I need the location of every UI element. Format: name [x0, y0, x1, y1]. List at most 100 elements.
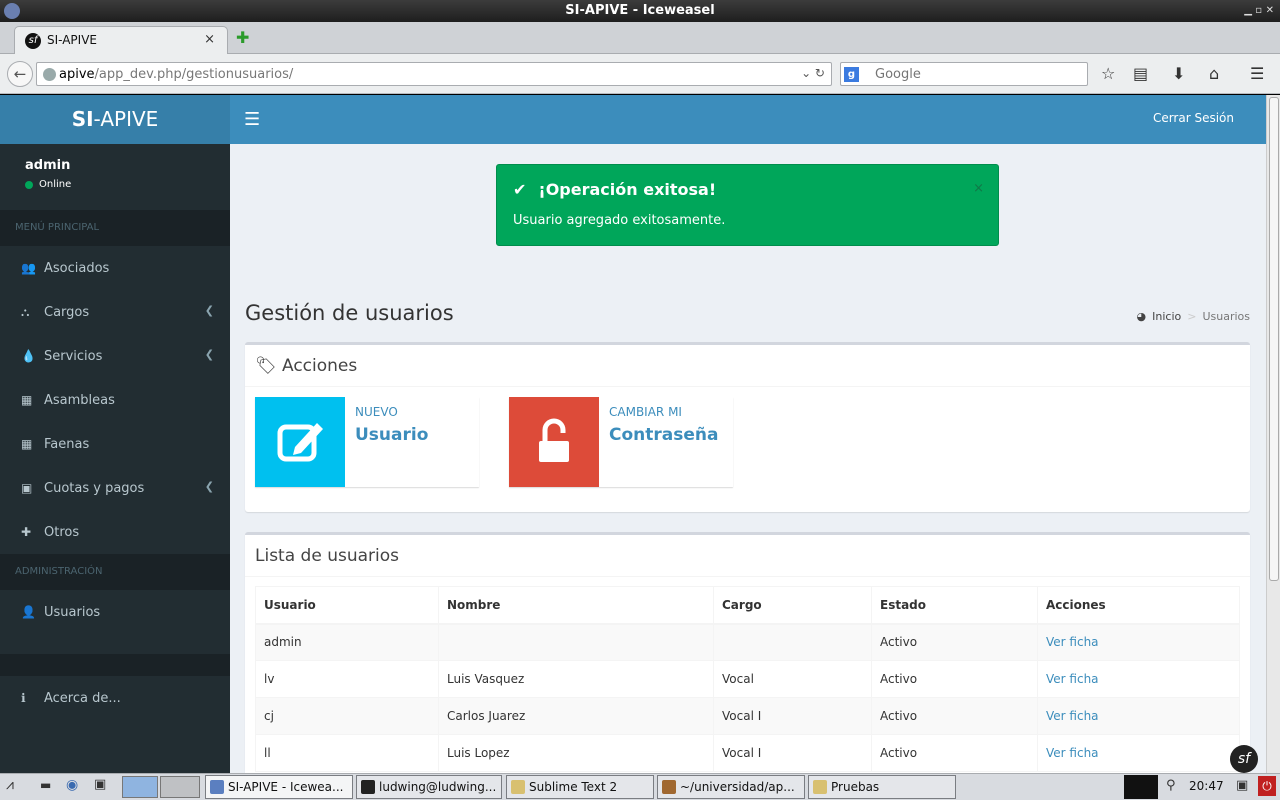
alert-close-button[interactable]: × [973, 181, 984, 196]
reload-icon[interactable]: ⌄ ↻ [801, 66, 825, 80]
sidebar-item-about[interactable]: ℹ Acerca de... [0, 676, 230, 720]
bookmark-star-icon[interactable]: ☆ [1101, 64, 1115, 83]
taskbar-item-terminal[interactable]: ludwing@ludwing... [356, 775, 502, 799]
ver-ficha-link[interactable]: Ver ficha [1046, 746, 1099, 760]
sidebar-item-cargos[interactable]: ⛬ Cargos ❮ [0, 290, 230, 334]
col-estado: Estado [871, 586, 1038, 625]
sidebar: admin Online MENÚ PRINCIPAL 👥 Asociados ⛬… [0, 144, 230, 773]
workspace-2[interactable] [160, 776, 200, 798]
ver-ficha-link[interactable]: Ver ficha [1046, 709, 1099, 723]
tab-title: SI-APIVE [47, 33, 97, 47]
online-status-icon [25, 180, 33, 189]
dashboard-icon: ◕ [1136, 310, 1147, 323]
new-user-caption: NUEVO [355, 405, 398, 419]
sidebar-item-cuotas[interactable]: ▣ Cuotas y pagos ❮ [0, 466, 230, 510]
alert-title: ¡Operación exitosa! [538, 180, 717, 199]
close-window-icon[interactable]: ✕ [1266, 0, 1274, 22]
logout-link[interactable]: Cerrar Sesión [1153, 111, 1234, 125]
download-icon[interactable]: ⬇ [1172, 64, 1185, 83]
google-icon: g [844, 67, 859, 82]
sidebar-divider [0, 654, 230, 676]
alert-message: Usuario agregado exitosamente. [513, 213, 726, 228]
symfony-toolbar-icon[interactable]: sf [1230, 745, 1258, 773]
actions-box: 🏷 Acciones NUEVO Usuario CAMBIAR MI Cont… [245, 342, 1250, 512]
sidebar-item-asambleas[interactable]: ▦ Asambleas [0, 378, 230, 422]
sidebar-item-asociados[interactable]: 👥 Asociados [0, 246, 230, 290]
window-title: SI-APIVE - Iceweasel [565, 3, 715, 18]
page-title: Gestión de usuarios [245, 301, 454, 325]
start-menu-icon[interactable]: ⩘ [6, 777, 14, 793]
edit-icon [255, 397, 345, 487]
symfony-favicon-icon: sf [25, 33, 41, 49]
tab-bar: sf SI-APIVE × ✚ [0, 22, 1280, 54]
taskbar-item-browser[interactable]: SI-APIVE - Icewea... [205, 775, 353, 799]
col-acciones: Acciones [1037, 586, 1240, 625]
windows-icon[interactable]: ▣ [94, 777, 106, 792]
change-password-button[interactable]: CAMBIAR MI Contraseña [509, 397, 733, 487]
browser-tab[interactable]: sf SI-APIVE × [14, 26, 228, 54]
change-password-label: Contraseña [609, 425, 719, 445]
sidebar-item-otros[interactable]: ✚ Otros [0, 510, 230, 554]
search-bar[interactable]: g [840, 62, 1088, 86]
taskbar-item-sublime[interactable]: Sublime Text 2 [506, 775, 654, 799]
calendar-icon: ▦ [21, 393, 33, 407]
url-bar[interactable]: apive/app_dev.php/gestionusuarios/ ⌄ ↻ [36, 62, 832, 86]
check-icon: ✔ [513, 180, 527, 199]
lock-screen-icon[interactable]: ▣ [1236, 778, 1248, 793]
new-tab-icon[interactable]: ✚ [236, 28, 249, 47]
chevron-left-icon: ❮ [204, 304, 214, 317]
cell-nombre: Carlos Juarez [438, 697, 714, 735]
taskbar-item-pruebas[interactable]: Pruebas [808, 775, 956, 799]
tab-close-icon[interactable]: × [204, 32, 215, 47]
table-row: admin Activo Ver ficha [255, 623, 1240, 661]
cell-cargo: Vocal [713, 660, 872, 698]
user-panel: admin Online [0, 144, 230, 210]
minimize-icon[interactable]: ▁ [1244, 0, 1252, 22]
scrollbar-thumb[interactable] [1269, 97, 1279, 581]
browser-launcher-icon[interactable]: ◉ [66, 777, 78, 793]
new-user-button[interactable]: NUEVO Usuario [255, 397, 479, 487]
user-name: admin [25, 158, 71, 173]
maximize-icon[interactable]: ▫ [1255, 0, 1262, 22]
app-logo[interactable]: SI-APIVE [0, 95, 230, 144]
bookmarks-icon[interactable]: ▤ [1133, 64, 1148, 83]
web-page: SI-APIVE ☰ Cerrar Sesión admin Online ME… [0, 95, 1266, 773]
cell-cargo: Vocal I [713, 734, 872, 772]
tint-icon: 💧 [21, 349, 36, 363]
window-title-bar: SI-APIVE - Iceweasel ▁ ▫ ✕ [0, 0, 1280, 22]
search-input[interactable] [875, 66, 1065, 82]
breadcrumb-home[interactable]: Inicio [1152, 310, 1181, 323]
clock: 20:47 [1189, 779, 1224, 793]
home-icon[interactable]: ⌂ [1209, 64, 1219, 83]
taskbar-item-folder[interactable]: ~/universidad/ap... [657, 775, 805, 799]
menu-icon[interactable]: ☰ [1250, 64, 1264, 83]
cell-estado: Activo [871, 697, 1038, 735]
cell-cargo [713, 623, 872, 661]
ver-ficha-link[interactable]: Ver ficha [1046, 672, 1099, 686]
power-icon[interactable]: ⏻ [1258, 776, 1276, 796]
back-button[interactable]: ← [7, 61, 33, 87]
network-icon[interactable]: ⚲ [1166, 778, 1176, 793]
sidebar-item-usuarios[interactable]: 👤 Usuarios [0, 590, 230, 634]
admin-menu-header: ADMINISTRACIÓN [0, 554, 230, 590]
sidebar-item-servicios[interactable]: 💧 Servicios ❮ [0, 334, 230, 378]
cell-usuario: ll [255, 734, 439, 772]
files-icon[interactable]: ▬ [40, 778, 51, 792]
navigation-bar: ← apive/app_dev.php/gestionusuarios/ ⌄ ↻… [0, 54, 1280, 94]
table-header-row: Usuario Nombre Cargo Estado Acciones [255, 586, 1240, 625]
cell-usuario: admin [255, 623, 439, 661]
cell-cargo: Vocal I [713, 697, 872, 735]
page-scrollbar[interactable] [1266, 95, 1280, 773]
chevron-left-icon: ❮ [204, 348, 214, 361]
workspace-1[interactable] [122, 776, 158, 798]
tag-icon: 🏷 [255, 356, 277, 376]
sidebar-toggle-icon[interactable]: ☰ [244, 109, 260, 130]
url-path: /app_dev.php/gestionusuarios/ [94, 67, 294, 82]
sitemap-icon: ⛬ [21, 304, 30, 319]
cell-nombre: Luis Vasquez [438, 660, 714, 698]
sidebar-item-faenas[interactable]: ▦ Faenas [0, 422, 230, 466]
table-row: ll Luis Lopez Vocal I Activo Ver ficha [255, 734, 1240, 772]
calendar-icon: ▦ [21, 437, 33, 451]
ver-ficha-link[interactable]: Ver ficha [1046, 635, 1099, 649]
cpu-monitor [1124, 775, 1158, 799]
